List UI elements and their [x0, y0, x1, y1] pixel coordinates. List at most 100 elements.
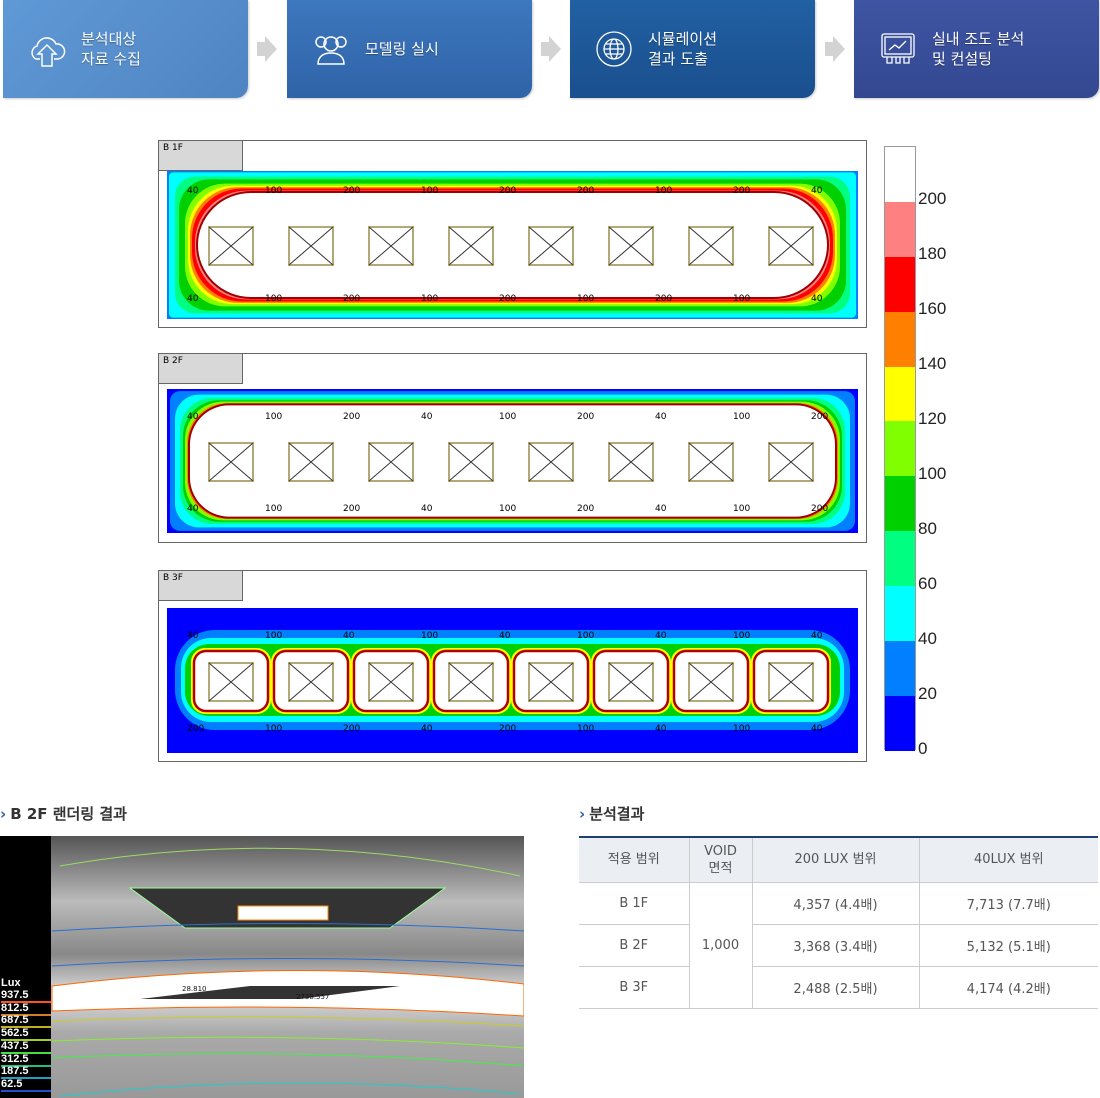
contour-label: 40	[811, 631, 823, 641]
floor-label: B 1F	[158, 140, 243, 171]
header-200lux: 200 LUX 범위	[751, 837, 920, 883]
rendering-image: 28.810 2738.557 Lux 937.5 812.5 687.5 562.5…	[0, 836, 524, 1098]
contour-label: 200	[655, 294, 672, 304]
contour-map: 40 100 200 100 200 200 100 200 40 40 100 200 100 200 1…	[167, 171, 858, 319]
contour-label: 100	[733, 724, 750, 734]
cell-floor: B 2F	[579, 923, 690, 967]
cell-200lux: 2,488 (2.5배)	[751, 965, 920, 1009]
contour-label: 40	[499, 631, 511, 641]
contour-label: 100	[265, 504, 282, 514]
scale-band	[885, 311, 915, 367]
cell-40lux: 7,713 (7.7배)	[918, 881, 1098, 925]
floor-label: B 2F	[158, 353, 243, 384]
contour-map: 40 100 40 100 40 100 40 100 40 200 100 200 40 200 100 4…	[167, 608, 858, 753]
cell-200lux: 4,357 (4.4배)	[751, 881, 920, 925]
render-heading: › B 2F 랜더링 결과	[0, 805, 127, 823]
cell-40lux: 5,132 (5.1배)	[918, 923, 1098, 967]
results-heading: › 분석결과	[579, 805, 645, 823]
contour-label: 100	[265, 724, 282, 734]
scale-label: 100	[918, 464, 947, 483]
globe-icon	[596, 31, 632, 67]
table-header: 적용 범위 VOID 면적 200 LUX 범위 40LUX 범위	[579, 837, 1098, 883]
scale-label: 200	[918, 189, 947, 208]
users-icon	[315, 36, 347, 65]
scale-band	[885, 256, 915, 312]
chart-monitor-icon	[881, 33, 915, 64]
contour-label: 100	[577, 724, 594, 734]
contour-label: 100	[265, 412, 282, 422]
scale-label: 120	[918, 409, 947, 428]
contour-label: 200	[499, 724, 516, 734]
scale-label: 20	[918, 684, 937, 703]
contour-label: 200	[577, 186, 594, 196]
contour-label: 40	[811, 724, 823, 734]
contour-label: 200	[187, 724, 204, 734]
header-40lux: 40LUX 범위	[918, 837, 1098, 883]
color-scale	[884, 146, 916, 751]
contour-label: 100	[421, 186, 438, 196]
scale-band	[885, 641, 915, 696]
chevron-right-icon: ›	[0, 805, 7, 823]
contour-label: 40	[811, 294, 823, 304]
contour-label: 40	[421, 724, 433, 734]
contour-label: 200	[343, 412, 360, 422]
step-consulting: 실내 조도 분석 및 컨설팅	[854, 0, 1099, 98]
floor-map-b1f: B 1F 40 100 200 100 200 200 100 200 40 40 100 200 10…	[158, 140, 867, 328]
header-void-area: VOID 면적	[688, 837, 753, 883]
scale-band	[885, 421, 915, 477]
step-label: 시뮬레이션 결과 도출	[648, 30, 718, 68]
chevron-right-icon: ›	[579, 805, 586, 823]
contour-label: 200	[733, 186, 750, 196]
contour-label: 40	[187, 631, 199, 641]
cell-40lux: 4,174 (4.2배)	[918, 965, 1098, 1009]
scale-band	[885, 476, 915, 532]
contour-label: 100	[499, 412, 516, 422]
contour-label: 200	[577, 504, 594, 514]
contour-label: 40	[187, 186, 199, 196]
legend-title: Lux	[1, 977, 21, 989]
contour-label: 100	[265, 186, 282, 196]
contour-label: 40	[187, 504, 199, 514]
contour-map: 40 100 200 40 100 200 40 100 200 40 100 200 40 100 200…	[167, 389, 858, 533]
contour-label: 40	[811, 186, 823, 196]
floor-map-b2f: B 2F 40 100 200 40 100 200 40 100 200 40 100 200 40 1…	[158, 353, 867, 543]
contour-label: 200	[499, 186, 516, 196]
contour-label: 40	[655, 631, 667, 641]
contour-label: 40	[421, 504, 433, 514]
floor-map-b3f: B 3F 40 100 40 100 40 100 40 100 40 200 100 200 40 20…	[158, 570, 867, 762]
step-label: 분석대상 자료 수집	[81, 30, 141, 68]
contour-label: 40	[343, 631, 355, 641]
contour-label: 100	[265, 294, 282, 304]
scale-label: 0	[918, 739, 928, 758]
scale-label: 60	[918, 574, 937, 593]
table-row: B 3F 2,488 (2.5배) 4,174 (4.2배)	[579, 965, 1098, 1009]
contour-label: 200	[577, 412, 594, 422]
lux-legend: Lux 937.5 812.5 687.5 562.5 437.5 312.5 187.5 6…	[0, 836, 51, 1098]
contour-label: 100	[733, 412, 750, 422]
cell-void-area: 1,000	[688, 881, 753, 1009]
cloud-upload-icon	[31, 37, 66, 67]
contour-label: 100	[265, 631, 282, 641]
cell-200lux: 3,368 (3.4배)	[751, 923, 920, 967]
step-modeling: 모델링 실시	[287, 0, 532, 98]
contour-label: 40	[187, 412, 199, 422]
contour-label: 40	[655, 412, 667, 422]
cell-floor: B 3F	[579, 965, 690, 1009]
contour-label: 40	[187, 294, 199, 304]
scale-label: 140	[918, 354, 947, 373]
render-value-b: 2738.557	[296, 993, 329, 1001]
scale-band	[885, 586, 915, 642]
scale-band	[885, 147, 915, 202]
scale-label: 180	[918, 244, 947, 263]
render-value-a: 28.810	[182, 985, 207, 993]
arrow-icon	[257, 36, 277, 62]
contour-label: 40	[421, 412, 433, 422]
table-row: B 2F 3,368 (3.4배) 5,132 (5.1배)	[579, 923, 1098, 967]
contour-label: 100	[421, 631, 438, 641]
contour-label: 40	[655, 724, 667, 734]
contour-label: 200	[343, 294, 360, 304]
contour-label: 200	[343, 724, 360, 734]
scale-label: 80	[918, 519, 937, 538]
contour-label: 100	[655, 186, 672, 196]
rendering-contours: 28.810 2738.557	[51, 847, 524, 1097]
